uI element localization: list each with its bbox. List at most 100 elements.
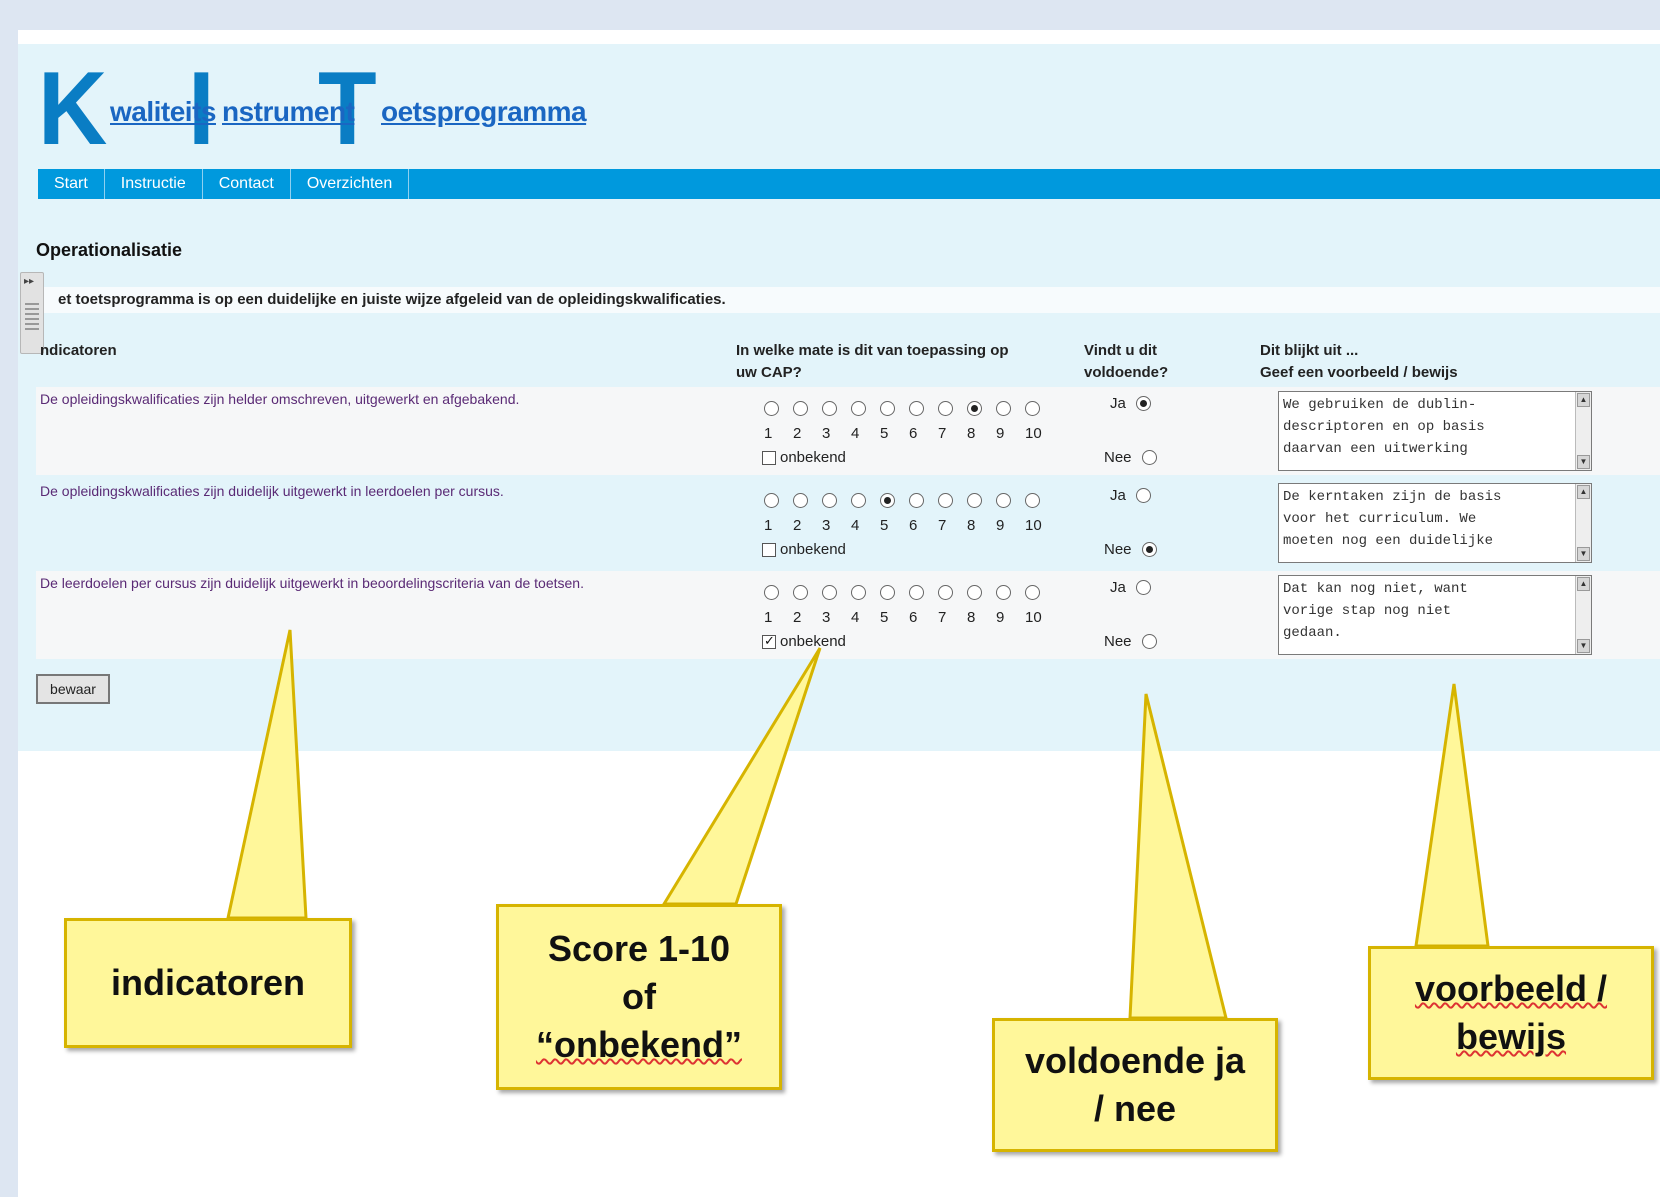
score-number: 5	[880, 609, 889, 626]
logo[interactable]: K I T waliteits nstrument oetsprogramma	[38, 57, 598, 161]
score-number: 6	[909, 425, 918, 442]
scrollbar[interactable]: ▲ ▼	[1575, 484, 1591, 562]
evidence-textarea[interactable]: We gebruiken de dublin- descriptoren en …	[1278, 391, 1592, 471]
score-radio-10[interactable]	[1025, 493, 1040, 508]
score-number: 9	[996, 609, 1005, 626]
score-number: 5	[880, 517, 889, 534]
scroll-up-icon[interactable]: ▲	[1577, 485, 1590, 499]
app-panel: K I T waliteits nstrument oetsprogramma …	[18, 44, 1660, 751]
score-radio-5[interactable]	[880, 493, 895, 508]
score-radio-6[interactable]	[909, 585, 924, 600]
score-number: 8	[967, 609, 976, 626]
yes-radio[interactable]	[1135, 488, 1151, 503]
scroll-down-icon[interactable]: ▼	[1577, 639, 1590, 653]
score-radio-9[interactable]	[996, 585, 1011, 600]
score-number: 8	[967, 425, 976, 442]
unknown-option[interactable]: onbekend	[762, 541, 846, 558]
indicator-text: De leerdoelen per cursus zijn duidelijk …	[40, 575, 584, 591]
column-header-indicators-label: ndicatoren	[40, 342, 117, 359]
score-radio-2[interactable]	[793, 585, 808, 600]
score-radio-4[interactable]	[851, 401, 866, 416]
score-radio-3[interactable]	[822, 493, 837, 508]
nav-contact[interactable]: Contact	[203, 169, 291, 199]
score-number: 4	[851, 517, 860, 534]
score-radio-2[interactable]	[793, 401, 808, 416]
score-radio-5[interactable]	[880, 401, 895, 416]
column-header-sufficient-line1: Vindt u dit	[1084, 342, 1158, 359]
nav-instructie[interactable]: Instructie	[105, 169, 203, 199]
score-radio-7[interactable]	[938, 401, 953, 416]
evidence-textarea[interactable]: De kerntaken zijn de basis voor het curr…	[1278, 483, 1592, 563]
scrollbar[interactable]: ▲ ▼	[1575, 576, 1591, 654]
main-nav: Start Instructie Contact Overzichten	[38, 169, 1660, 199]
save-button[interactable]: bewaar	[36, 674, 110, 704]
scrollbar[interactable]: ▲ ▼	[1575, 392, 1591, 470]
scroll-up-icon[interactable]: ▲	[1577, 577, 1590, 591]
logo-word-kwaliteits[interactable]: waliteits	[110, 96, 216, 128]
evidence-text: De kerntaken zijn de basis voor het curr…	[1283, 489, 1502, 549]
nav-start[interactable]: Start	[38, 169, 105, 199]
score-radio-group	[764, 401, 1054, 416]
unknown-checkbox[interactable]	[762, 450, 776, 465]
score-radio-1[interactable]	[764, 401, 779, 416]
unknown-option[interactable]: onbekend	[762, 633, 846, 650]
indicator-text: De opleidingskwalificaties zijn helder o…	[40, 391, 520, 407]
no-radio[interactable]	[1141, 450, 1157, 465]
score-radio-4[interactable]	[851, 585, 866, 600]
nav-overzichten[interactable]: Overzichten	[291, 169, 410, 199]
score-radio-8[interactable]	[967, 401, 982, 416]
sufficient-yes[interactable]: Ja	[1110, 579, 1151, 596]
score-radio-9[interactable]	[996, 493, 1011, 508]
score-radio-8[interactable]	[967, 493, 982, 508]
sufficient-no[interactable]: Nee	[1104, 633, 1157, 650]
sufficient-no[interactable]: Nee	[1104, 541, 1157, 558]
evidence-textarea[interactable]: Dat kan nog niet, want vorige stap nog n…	[1278, 575, 1592, 655]
score-numbers: 1 2 3 4 5 6 7 8 9 10	[764, 425, 1054, 442]
score-radio-4[interactable]	[851, 493, 866, 508]
score-radio-7[interactable]	[938, 493, 953, 508]
unknown-checkbox[interactable]	[762, 542, 776, 557]
scroll-down-icon[interactable]: ▼	[1577, 455, 1590, 469]
score-radio-1[interactable]	[764, 493, 779, 508]
score-number: 3	[822, 425, 831, 442]
score-radio-2[interactable]	[793, 493, 808, 508]
unknown-checkbox[interactable]	[762, 633, 776, 649]
score-radio-6[interactable]	[909, 401, 924, 416]
table-row: De leerdoelen per cursus zijn duidelijk …	[36, 571, 1660, 659]
logo-word-toetsprogramma[interactable]: oetsprogramma	[381, 96, 587, 128]
no-radio[interactable]	[1141, 542, 1157, 557]
unknown-option[interactable]: onbekend	[762, 449, 846, 466]
score-number: 1	[764, 425, 773, 442]
yes-label: Ja	[1110, 487, 1126, 504]
score-radio-3[interactable]	[822, 585, 837, 600]
score-radio-10[interactable]	[1025, 585, 1040, 600]
score-radio-6[interactable]	[909, 493, 924, 508]
score-radio-5[interactable]	[880, 585, 895, 600]
score-number: 10	[1025, 609, 1042, 626]
evidence-text: We gebruiken de dublin- descriptoren en …	[1283, 397, 1485, 457]
sufficient-yes[interactable]: Ja	[1110, 395, 1151, 412]
score-radio-8[interactable]	[967, 585, 982, 600]
sufficient-no[interactable]: Nee	[1104, 449, 1157, 466]
expand-arrows-icon: ▸▸	[24, 276, 35, 287]
score-number: 2	[793, 609, 802, 626]
score-radio-10[interactable]	[1025, 401, 1040, 416]
scroll-up-icon[interactable]: ▲	[1577, 393, 1590, 407]
score-numbers: 1 2 3 4 5 6 7 8 9 10	[764, 609, 1054, 626]
evidence-text: Dat kan nog niet, want vorige stap nog n…	[1283, 581, 1468, 641]
score-radio-7[interactable]	[938, 585, 953, 600]
logo-word-instrument[interactable]: nstrument	[222, 96, 355, 128]
scroll-down-icon[interactable]: ▼	[1577, 547, 1590, 561]
sufficient-yes[interactable]: Ja	[1110, 487, 1151, 504]
no-radio[interactable]	[1141, 634, 1157, 649]
column-header-score-line1: In welke mate is dit van toepassing op	[736, 342, 1009, 359]
score-radio-1[interactable]	[764, 585, 779, 600]
yes-radio[interactable]	[1135, 580, 1151, 595]
score-radio-9[interactable]	[996, 401, 1011, 416]
yes-radio[interactable]	[1135, 396, 1151, 411]
score-radio-3[interactable]	[822, 401, 837, 416]
score-number: 8	[967, 517, 976, 534]
yes-label: Ja	[1110, 395, 1126, 412]
grip-icon	[25, 303, 39, 331]
score-number: 1	[764, 609, 773, 626]
